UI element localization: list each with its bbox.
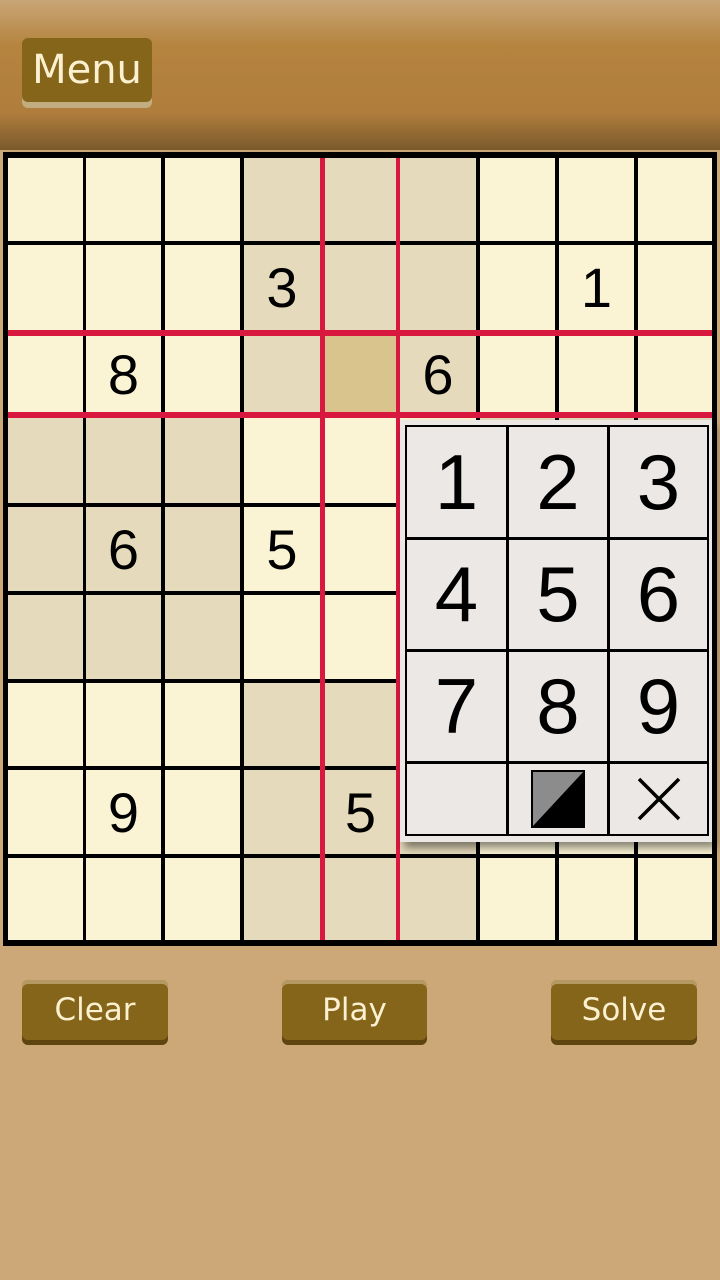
board-cell[interactable] (325, 158, 396, 241)
board-cell[interactable] (325, 507, 396, 591)
board-cell[interactable]: 6 (400, 336, 476, 412)
selection-highlight-line (320, 158, 325, 940)
board-cell[interactable] (325, 336, 396, 412)
board-cell[interactable] (244, 336, 320, 412)
board-cell[interactable] (325, 858, 396, 940)
board-cell[interactable] (8, 858, 83, 940)
solve-button[interactable]: Solve (551, 980, 697, 1040)
board-cell[interactable] (638, 158, 712, 241)
number-key[interactable]: 8 (509, 652, 607, 761)
board-cell[interactable] (165, 770, 240, 854)
close-icon (637, 777, 680, 821)
board-cell[interactable] (400, 858, 476, 940)
board-cell[interactable] (244, 770, 320, 854)
blank-key[interactable] (407, 764, 506, 834)
board-cell[interactable] (165, 858, 240, 940)
number-key[interactable]: 2 (509, 427, 607, 537)
board-cell[interactable] (480, 245, 555, 330)
board-cell[interactable] (8, 158, 83, 241)
number-key[interactable]: 1 (407, 427, 506, 537)
selection-highlight-line (8, 330, 712, 336)
board-cell[interactable]: 5 (244, 507, 320, 591)
number-key[interactable]: 7 (407, 652, 506, 761)
board-cell[interactable] (559, 336, 634, 412)
board-cell[interactable] (8, 418, 83, 503)
number-key[interactable]: 3 (610, 427, 707, 537)
board-cell[interactable] (165, 158, 240, 241)
board-cell[interactable] (244, 418, 320, 503)
board-cell[interactable]: 3 (244, 245, 320, 330)
board-cell[interactable] (638, 245, 712, 330)
number-key[interactable]: 6 (610, 540, 707, 649)
board-cell[interactable] (86, 158, 161, 241)
board-cell[interactable]: 9 (86, 770, 161, 854)
board-cell[interactable] (244, 858, 320, 940)
toggle-shade-icon (531, 770, 585, 828)
number-pad: 123456789 (405, 425, 709, 836)
menu-button[interactable]: Menu (22, 38, 152, 102)
selection-highlight-line (8, 412, 712, 418)
board-cell[interactable] (638, 336, 712, 412)
bottom-bar: Clear Play Solve (0, 948, 720, 1280)
erase-key[interactable] (610, 764, 707, 834)
board-cell[interactable] (8, 336, 83, 412)
number-pad-popup: 123456789 (400, 420, 712, 842)
play-button[interactable]: Play (282, 980, 427, 1040)
board-cell[interactable] (638, 858, 712, 940)
board-cell[interactable] (8, 507, 83, 591)
board-cell[interactable] (244, 683, 320, 766)
board-cell[interactable] (86, 418, 161, 503)
board-cell[interactable] (8, 770, 83, 854)
board-cell[interactable] (165, 336, 240, 412)
board-cell[interactable] (165, 418, 240, 503)
board-cell[interactable] (165, 245, 240, 330)
board-cell[interactable] (480, 158, 555, 241)
board-cell[interactable] (325, 683, 396, 766)
number-key[interactable]: 9 (610, 652, 707, 761)
number-key[interactable]: 5 (509, 540, 607, 649)
board-cell[interactable] (86, 858, 161, 940)
board-cell[interactable] (325, 595, 396, 679)
board-cell[interactable] (400, 245, 476, 330)
board-cell[interactable] (8, 245, 83, 330)
board-cell[interactable] (325, 245, 396, 330)
board-cell[interactable]: 6 (86, 507, 161, 591)
board-cell[interactable] (480, 858, 555, 940)
board-cell[interactable] (480, 336, 555, 412)
clear-button[interactable]: Clear (22, 980, 168, 1040)
board-cell[interactable] (86, 245, 161, 330)
board-cell[interactable] (559, 858, 634, 940)
board-cell[interactable] (244, 158, 320, 241)
board-cell[interactable] (400, 158, 476, 241)
board-cell[interactable] (86, 595, 161, 679)
board-cell[interactable] (8, 683, 83, 766)
board-cell[interactable] (325, 418, 396, 503)
board-cell[interactable]: 8 (86, 336, 161, 412)
board-cell[interactable] (559, 158, 634, 241)
number-key[interactable]: 4 (407, 540, 506, 649)
board-cell[interactable] (165, 683, 240, 766)
board-cell[interactable] (86, 683, 161, 766)
top-bar: Menu (0, 0, 720, 150)
board-cell[interactable] (165, 507, 240, 591)
board-cell[interactable] (244, 595, 320, 679)
board-cell[interactable] (8, 595, 83, 679)
board-cell[interactable] (165, 595, 240, 679)
shade-toggle-key[interactable] (509, 764, 607, 834)
board-cell[interactable]: 5 (325, 770, 396, 854)
board-cell[interactable]: 1 (559, 245, 634, 330)
